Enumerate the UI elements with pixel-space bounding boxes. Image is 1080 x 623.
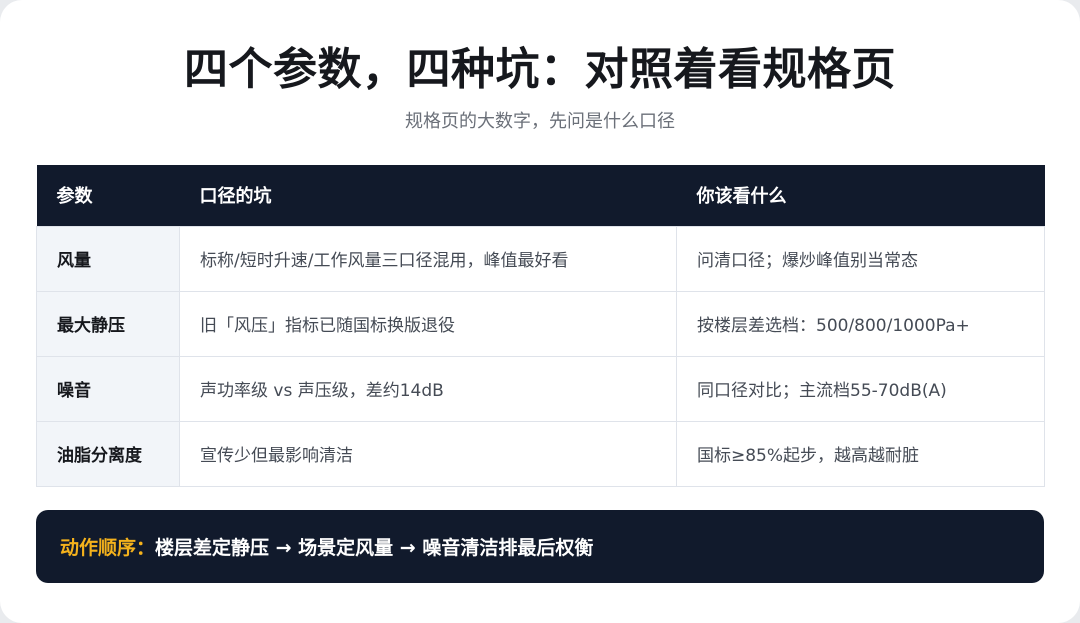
table-row: 风量 标称/短时升速/工作风量三口径混用，峰值最好看 问清口径；爆炒峰值别当常态 — [36, 225, 1045, 292]
row-advice-cell: 国标≥85%起步，越高越耐脏 — [676, 420, 1045, 487]
column-header-pitfall: 口径的坑 — [179, 165, 677, 226]
action-order-text: 楼层差定静压 → 场景定风量 → 噪音清洁排最后权衡 — [155, 537, 594, 559]
row-advice-cell: 同口径对比；主流档55-70dB(A) — [676, 355, 1045, 422]
column-header-param: 参数 — [36, 165, 180, 226]
row-param-cell: 噪音 — [36, 355, 180, 422]
page-title: 四个参数，四种坑：对照着看规格页 — [184, 44, 896, 95]
row-advice-cell: 问清口径；爆炒峰值别当常态 — [676, 225, 1045, 292]
table-header-row: 参数 口径的坑 你该看什么 — [36, 165, 1045, 226]
parameter-table-container: 参数 口径的坑 你该看什么 风量 标称/短时升速/工作风量三口径混用，峰值最好看… — [36, 165, 1045, 487]
row-pitfall-cell: 声功率级 vs 声压级，差约14dB — [179, 355, 677, 422]
row-param-cell: 最大静压 — [36, 290, 180, 357]
page-subtitle: 规格页的大数字，先问是什么口径 — [405, 111, 675, 132]
table-row: 油脂分离度 宣传少但最影响清洁 国标≥85%起步，越高越耐脏 — [36, 420, 1045, 487]
row-pitfall-cell: 宣传少但最影响清洁 — [179, 420, 677, 487]
row-param-cell: 风量 — [36, 225, 180, 292]
action-order-label: 动作顺序： — [60, 537, 156, 559]
action-order-banner: 动作顺序： 楼层差定静压 → 场景定风量 → 噪音清洁排最后权衡 — [36, 510, 1044, 583]
row-param-cell: 油脂分离度 — [36, 420, 180, 487]
row-pitfall-cell: 标称/短时升速/工作风量三口径混用，峰值最好看 — [179, 225, 677, 292]
column-header-advice: 你该看什么 — [676, 165, 1045, 226]
row-pitfall-cell: 旧「风压」指标已随国标换版退役 — [179, 290, 677, 357]
parameter-table: 参数 口径的坑 你该看什么 风量 标称/短时升速/工作风量三口径混用，峰值最好看… — [36, 165, 1045, 487]
table-row: 噪音 声功率级 vs 声压级，差约14dB 同口径对比；主流档55-70dB(A… — [36, 355, 1045, 422]
row-advice-cell: 按楼层差选档：500/800/1000Pa+ — [676, 290, 1045, 357]
table-row: 最大静压 旧「风压」指标已随国标换版退役 按楼层差选档：500/800/1000… — [36, 290, 1045, 357]
content-card: 四个参数，四种坑：对照着看规格页 规格页的大数字，先问是什么口径 参数 口径的坑… — [0, 0, 1080, 623]
